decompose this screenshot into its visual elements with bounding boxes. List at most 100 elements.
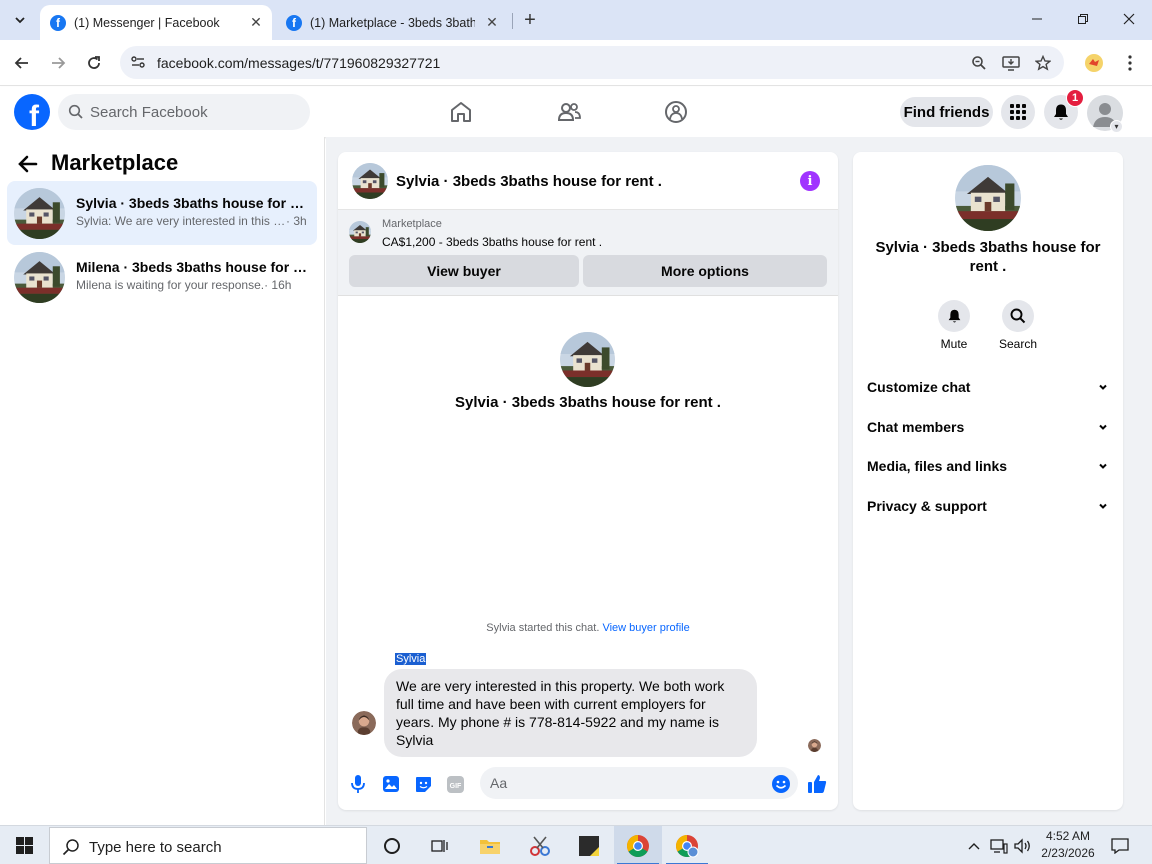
- chevron-down-icon: [15, 17, 25, 24]
- search-icon: [68, 104, 83, 119]
- chat-header: Sylvia · 3beds 3baths house for rent . i: [338, 152, 838, 210]
- tab-messenger[interactable]: f (1) Messenger | Facebook ✕: [40, 5, 272, 40]
- site-settings-icon[interactable]: [130, 54, 146, 70]
- action-center-button[interactable]: [1108, 826, 1132, 864]
- task-view-icon: [431, 839, 448, 852]
- tab-marketplace[interactable]: f (1) Marketplace - 3beds 3baths ✕: [276, 5, 508, 40]
- sticker-icon[interactable]: [412, 773, 434, 795]
- thumbs-up-icon[interactable]: [806, 773, 828, 795]
- section-label: Media, files and links: [867, 458, 1008, 474]
- show-hidden-icons-button[interactable]: [964, 826, 984, 864]
- reload-button[interactable]: [82, 51, 106, 75]
- bookmark-star-icon[interactable]: [1034, 54, 1052, 72]
- facebook-logo-icon[interactable]: f: [14, 94, 50, 130]
- network-button[interactable]: [988, 826, 1010, 864]
- arrow-left-icon: [14, 57, 28, 69]
- browser-tab-strip: f (1) Messenger | Facebook ✕ f (1) Marke…: [0, 0, 1152, 40]
- marketplace-label: Marketplace: [382, 218, 442, 230]
- menu-button[interactable]: [1001, 95, 1035, 129]
- mute-button[interactable]: Mute: [924, 300, 984, 351]
- listing-title[interactable]: CA$1,200 - 3beds 3baths house for rent .: [382, 235, 602, 249]
- listing-avatar: [955, 165, 1021, 231]
- chat-details-panel: Sylvia · 3beds 3baths house for rent . M…: [853, 152, 1123, 810]
- chrome-app[interactable]: [614, 826, 662, 864]
- marketplace-conversations-panel: Marketplace Sylvia · 3beds 3baths house …: [0, 137, 325, 825]
- file-explorer-app[interactable]: [466, 826, 514, 864]
- back-arrow-icon[interactable]: [16, 152, 40, 176]
- listing-avatar: [560, 332, 615, 387]
- chat-members-section[interactable]: Chat members: [867, 416, 1109, 438]
- windows-logo-icon: [15, 837, 33, 854]
- chrome-profile-app[interactable]: [663, 826, 711, 864]
- minimize-button[interactable]: [1026, 8, 1048, 30]
- close-tab-icon[interactable]: ✕: [248, 14, 264, 30]
- chevron-down-icon: [1099, 503, 1107, 509]
- view-buyer-button[interactable]: View buyer: [349, 255, 579, 287]
- listing-thumbnail[interactable]: [349, 221, 371, 243]
- friends-icon[interactable]: [556, 99, 582, 125]
- restore-icon: [1078, 14, 1088, 24]
- chat-panel: Sylvia · 3beds 3baths house for rent . i…: [338, 152, 838, 810]
- search-conversation-button[interactable]: Search: [988, 300, 1048, 351]
- arrow-right-icon: [52, 57, 66, 69]
- zoom-icon[interactable]: [970, 54, 988, 72]
- privacy-support-section[interactable]: Privacy & support: [867, 495, 1109, 517]
- info-icon[interactable]: i: [800, 171, 820, 191]
- install-app-icon[interactable]: [1002, 54, 1020, 72]
- gif-icon[interactable]: GIF: [444, 773, 466, 795]
- clock-date: 2/23/2026: [1041, 846, 1095, 860]
- task-view-button[interactable]: [416, 826, 464, 864]
- tab-search-button[interactable]: [8, 8, 32, 32]
- chat-intro-name: Sylvia · 3beds 3baths house for rent .: [455, 394, 721, 411]
- chevron-down-icon[interactable]: ▾: [1110, 120, 1123, 133]
- forward-button[interactable]: [46, 51, 70, 75]
- facebook-search[interactable]: [58, 94, 310, 130]
- chevron-down-icon: [1099, 463, 1107, 469]
- customize-chat-section[interactable]: Customize chat: [867, 376, 1109, 398]
- home-icon[interactable]: [448, 99, 474, 125]
- search-input[interactable]: [90, 94, 300, 130]
- back-button[interactable]: [10, 51, 34, 75]
- message-input[interactable]: [480, 767, 798, 799]
- close-window-button[interactable]: [1118, 8, 1140, 30]
- chrome-icon: [627, 834, 649, 857]
- taskbar-search-box[interactable]: Type here to search: [49, 827, 367, 864]
- new-tab-button[interactable]: +: [520, 9, 540, 31]
- browser-menu-button[interactable]: [1118, 51, 1142, 75]
- snipping-tool-app[interactable]: [516, 826, 564, 864]
- minimize-icon: [1032, 18, 1042, 20]
- microphone-icon[interactable]: [347, 773, 369, 795]
- view-buyer-profile-link[interactable]: View buyer profile: [602, 622, 689, 634]
- conversation-item[interactable]: Sylvia · 3beds 3baths house for rent . S…: [7, 181, 317, 245]
- sticky-notes-app[interactable]: [565, 826, 613, 864]
- reload-icon: [88, 56, 100, 69]
- grid-menu-icon: [1010, 104, 1026, 120]
- volume-button[interactable]: [1012, 826, 1034, 864]
- search-icon: [1002, 300, 1034, 332]
- chat-title[interactable]: Sylvia · 3beds 3baths house for rent .: [396, 173, 662, 190]
- cortana-button[interactable]: [368, 826, 416, 864]
- browser-toolbar: facebook.com/messages/t/771960829327721: [0, 40, 1152, 86]
- conversation-item[interactable]: Milena · 3beds 3baths house for rent . M…: [7, 245, 317, 309]
- media-files-section[interactable]: Media, files and links: [867, 455, 1109, 477]
- photo-icon[interactable]: [380, 773, 402, 795]
- close-tab-icon[interactable]: ✕: [484, 14, 500, 30]
- extension-button[interactable]: [1082, 51, 1106, 75]
- address-bar[interactable]: facebook.com/messages/t/771960829327721: [120, 46, 1064, 79]
- start-button[interactable]: [0, 826, 48, 864]
- taskbar-clock[interactable]: 4:52 AM 2/23/2026: [1036, 828, 1100, 862]
- emoji-icon[interactable]: [770, 773, 792, 795]
- preview-text: Sylvia: We are very interested in this p…: [76, 214, 286, 228]
- more-options-button[interactable]: More options: [583, 255, 827, 287]
- groups-icon[interactable]: [663, 99, 689, 125]
- preview-time: · 16h: [264, 278, 292, 292]
- find-friends-button[interactable]: Find friends: [900, 97, 993, 127]
- more-vertical-icon: [1128, 55, 1132, 71]
- message-bubble[interactable]: We are very interested in this property.…: [384, 669, 757, 757]
- sender-avatar[interactable]: [352, 711, 376, 735]
- chevron-up-icon: [968, 842, 980, 849]
- panel-title: Marketplace: [51, 150, 179, 175]
- marketplace-listing-bar: Marketplace CA$1,200 - 3beds 3baths hous…: [338, 210, 838, 296]
- listing-avatar[interactable]: [352, 163, 388, 199]
- restore-button[interactable]: [1072, 8, 1094, 30]
